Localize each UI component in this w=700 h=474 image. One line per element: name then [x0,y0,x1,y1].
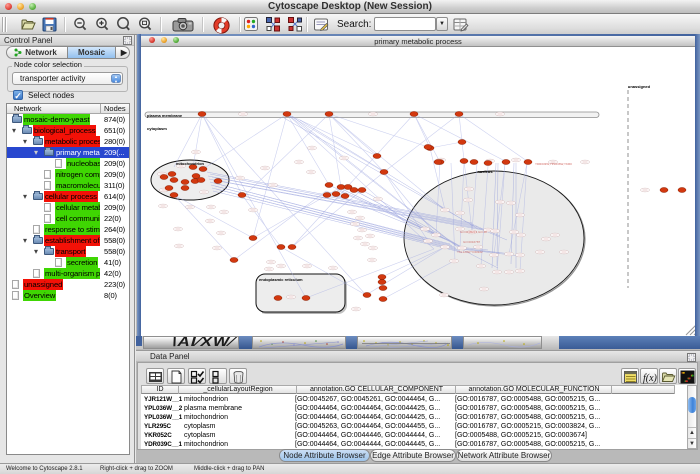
svg-text:mitochondrion: mitochondrion [176,161,205,166]
svg-text:nucleus: nucleus [477,169,493,174]
svg-text:endoplasmic reticulum: endoplasmic reticulum [259,277,303,282]
svg-text:YDR033W,YPL036W,YKR0: YDR033W,YPL036W,YKR0 [535,162,572,166]
svg-text:plasma membrane: plasma membrane [147,113,183,118]
svg-text:unassigned: unassigned [628,84,651,89]
svg-text:f(x): f(x) [643,373,657,384]
svg-text:cytoplasm: cytoplasm [147,126,167,131]
svg-text:GO:0005215,GO:48: GO:0005215,GO:48 [460,230,487,234]
svg-text:GO:0016787: GO:0016787 [463,240,481,244]
svg-text:YKL120W,YOR222: YKL120W,YOR222 [457,250,483,254]
